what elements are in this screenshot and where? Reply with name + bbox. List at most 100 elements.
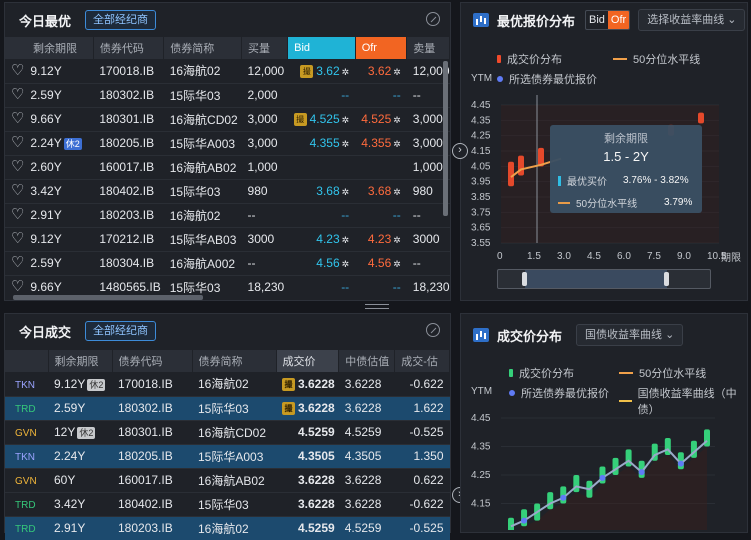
col-name[interactable]: 债券简称 [192,350,277,372]
table-row[interactable]: ♡ 3.42Y 180402.IB 15际华03 980 3.68 ✲ 3.68 ✲ 980 [5,179,450,204]
term: 9.12Y [30,232,62,246]
bid-price[interactable]: 3.68 [316,184,339,198]
ofr-price[interactable]: 4.525 [361,112,391,126]
table-row[interactable]: TKN 2.24Y 180205.IB 15际华A003 4.3505 4.3505 1.3… [5,444,450,469]
table-row[interactable]: GVN 12Y 休2 180301.IB 16海航CD02 4.5259 4.5259 -0.… [5,420,450,445]
col-name[interactable]: 债券简称 [163,37,243,59]
favorite-heart-icon[interactable]: ♡ [11,159,27,174]
y-tick-label: 4.25 [471,131,491,142]
ofr-price[interactable]: -- [393,280,401,294]
broker-badge-icon: 撮 [282,402,295,416]
favorite-heart-icon[interactable]: ♡ [11,135,27,150]
table-row[interactable]: GVN 60Y 160017.IB 16海航AB02 3.6228 3.6228 0.622 [5,468,450,493]
toggle-bid[interactable]: Bid [586,11,608,29]
col-price[interactable]: 成交价 [276,350,340,372]
table-row[interactable]: ♡ 9.66Y 180301.IB 16海航CD02 3,000 撮 4.525 ✲ 4.52… [5,107,450,132]
y-tick-label: 4.45 [471,413,491,424]
table-row[interactable]: ♡ 2.59Y 180304.IB 16海航A002 -- 4.56 ✲ 4.56 ✲ -- [5,251,450,276]
table-row[interactable]: ♡ 9.12Y 170212.IB 15际华AB03 3000 4.23 ✲ 4.23 ✲ 30… [5,227,450,252]
source-tag: TRD [15,524,36,535]
favorite-heart-icon[interactable]: ♡ [11,63,27,78]
vertical-scrollbar[interactable] [443,61,448,216]
broker-filter-button[interactable]: 全部经纪商 [85,321,157,341]
broker-filter-button[interactable]: 全部经纪商 [85,10,157,30]
col-term[interactable]: 剩余期限 [48,350,113,372]
favorite-heart-icon[interactable]: ♡ [11,231,27,246]
ofr-price[interactable]: 3.62 [368,64,391,78]
ofr-price[interactable]: 3.68 [368,184,391,198]
col-ofr-vol[interactable]: 卖量 [406,37,450,59]
ofr-price[interactable]: 4.56 [368,256,391,270]
ofr-price[interactable]: -- [393,88,401,102]
expand-icon[interactable] [426,323,440,337]
y-tick-label: 4.15 [471,499,491,510]
bid-volume: 980 [241,179,288,204]
chart-title: 成交价分布 [497,328,563,344]
chart-tooltip: 剩余期限 1.5 - 2Y 最优买价 3.76% - 3.82% 50分位水平线… [550,125,702,213]
col-ofr[interactable]: Ofr [355,37,408,59]
col-code[interactable]: 债券代码 [112,350,193,372]
y-tick-label: 3.95 [471,177,491,188]
col-bid[interactable]: Bid [287,37,356,59]
range-handle-left[interactable] [522,272,527,286]
bid-price[interactable]: 4.525 [310,112,340,126]
legend-trade-dist: 成交价分布 [509,365,574,381]
price-diff: 0.622 [394,468,450,493]
table-row[interactable]: TRD 2.59Y 180302.IB 15际华03 撮 3.6228 3.6228 1.62… [5,396,450,421]
bid-price[interactable]: 4.23 [316,232,339,246]
selected-quote-dot [560,494,567,501]
splitter-handle[interactable] [365,304,389,309]
col-bid-vol[interactable]: 买量 [241,37,289,59]
favorite-heart-icon[interactable]: ♡ [11,279,27,294]
star-icon: ✲ [341,259,350,269]
bid-price[interactable]: 4.56 [316,256,339,270]
table-row[interactable]: ♡ 2.60Y 160017.IB 16海航AB02 1,000 1,000 [5,155,450,180]
table-row[interactable]: ♡ 2.91Y 180203.IB 16海航02 -- -- -- -- [5,203,450,228]
trade-dist-bar [547,492,554,510]
table-row[interactable]: ♡ 9.12Y 170018.IB 16海航02 12,000 撮 3.62 ✲ 3.62 ✲ 1… [5,59,450,84]
favorite-heart-icon[interactable]: ♡ [11,183,27,198]
table-row[interactable]: ♡ 2.59Y 180302.IB 15际华03 2,000 -- -- -- [5,83,450,108]
toggle-ofr[interactable]: Ofr [607,11,630,29]
table-row[interactable]: ♡ 2.24Y 休2 180205.IB 15际华A003 3,000 4.355 ✲ 4.3… [5,131,450,156]
col-diff[interactable]: 成交-估 [394,350,450,372]
term: 9.12Y [30,63,62,78]
col-valuation[interactable]: 中债估值 [338,350,396,372]
trade-dist-bar [518,155,524,176]
trade-price: 3.6228 [298,400,335,415]
favorite-heart-icon[interactable]: ♡ [11,87,27,102]
table-row[interactable]: TKN 9.12Y 休2 170018.IB 16海航02 撮 3.6228 3.6228 -0… [5,372,450,397]
bid-price[interactable]: -- [341,280,349,294]
bond-code: 180302.IB [112,396,192,421]
chart-title: 最优报价分布 [497,13,576,29]
holiday-tag: 休2 [87,378,106,391]
star-icon: ✲ [393,115,401,125]
ofr-price[interactable]: 4.355 [361,136,391,150]
favorite-heart-icon[interactable]: ♡ [11,207,27,222]
range-handle-right[interactable] [664,272,669,286]
favorite-heart-icon[interactable]: ♡ [11,111,27,126]
table-row[interactable]: ♡ 9.66Y 1480565.IB 15际华03 18,230 -- -- 18,230 [5,275,450,295]
bid-price[interactable]: -- [341,88,349,102]
ofr-price[interactable]: -- [393,208,401,222]
bid-price[interactable]: 3.62 [316,64,339,78]
bond-code: 170018.IB [93,59,164,84]
bid-volume: 1,000 [241,155,288,180]
ofr-price[interactable]: 4.23 [368,232,391,246]
horizontal-scrollbar[interactable] [13,295,203,300]
curve-dropdown[interactable]: 国债收益率曲线 ⌄ [576,324,684,346]
bond-name: 15际华03 [163,275,242,295]
bid-price[interactable]: -- [341,208,349,222]
bid-price[interactable]: 4.355 [310,136,340,150]
table-row[interactable]: TRD 3.42Y 180402.IB 15际华03 3.6228 3.6228 -0.62… [5,492,450,517]
bid-ofr-toggle[interactable]: Bid Ofr [585,10,631,30]
table-row[interactable]: TRD 2.91Y 180203.IB 16海航02 4.5259 4.5259 -0.52… [5,516,450,540]
col-term[interactable]: 剩余期限 [5,37,94,59]
bond-code: 160017.IB [112,468,192,493]
col-code[interactable]: 债券代码 [93,37,165,59]
expand-icon[interactable] [426,12,440,26]
favorite-heart-icon[interactable]: ♡ [11,255,27,270]
collapse-arrow-icon[interactable]: › [452,143,468,159]
curve-dropdown[interactable]: 选择收益率曲线 ⌄ [638,9,746,31]
x-tick-label: 9.0 [677,251,691,261]
